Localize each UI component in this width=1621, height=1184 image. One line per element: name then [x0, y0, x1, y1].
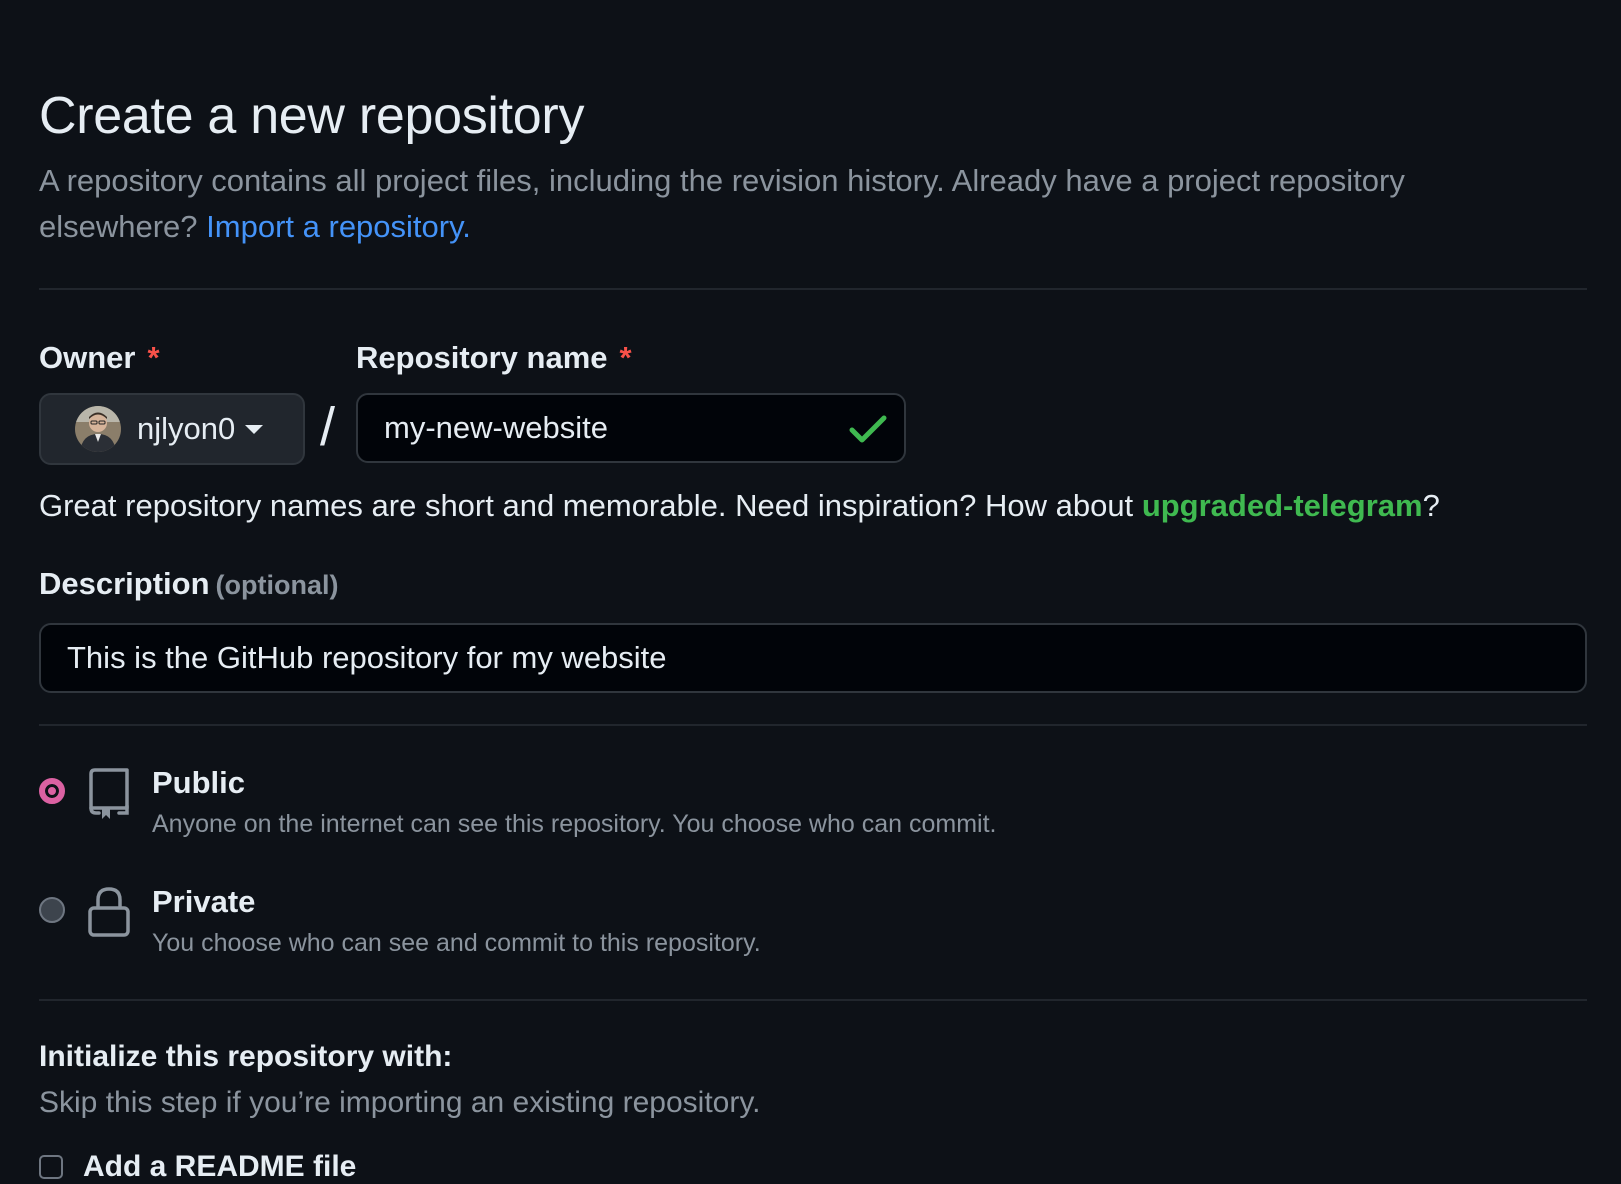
description-input[interactable] [39, 623, 1587, 693]
description-label-text: Description [39, 566, 210, 601]
page-title: Create a new repository [39, 87, 585, 145]
optional-tag: (optional) [215, 570, 339, 600]
lock-icon [88, 887, 130, 937]
public-radio[interactable] [39, 778, 65, 804]
public-title: Public [152, 765, 246, 800]
import-repository-link[interactable]: Import a repository. [206, 209, 471, 244]
initialize-title: Initialize this repository with: [39, 1040, 453, 1073]
private-title: Private [152, 884, 256, 919]
description-label: Description (optional) [39, 566, 339, 602]
required-mark: * [619, 340, 632, 375]
private-description: You choose who can see and commit to thi… [152, 929, 761, 957]
required-mark: * [147, 340, 160, 375]
repo-name-hint-suffix: ? [1422, 488, 1440, 523]
page-subtitle: A repository contains all project files,… [39, 158, 1559, 250]
check-icon [849, 415, 887, 443]
readme-option[interactable]: Add a README file [39, 1150, 356, 1184]
repo-name-input[interactable] [356, 393, 906, 463]
owner-label: Owner * [39, 340, 160, 376]
caret-down-icon [245, 424, 264, 434]
owner-repo-separator: / [320, 397, 336, 457]
repo-icon [89, 768, 129, 819]
repo-name-label: Repository name * [356, 340, 632, 376]
owner-label-text: Owner [39, 340, 136, 375]
owner-dropdown[interactable]: njlyon0 [39, 393, 305, 465]
name-suggestion[interactable]: upgraded-telegram [1142, 488, 1423, 523]
divider [39, 288, 1587, 290]
divider [39, 724, 1587, 726]
repo-name-hint: Great repository names are short and mem… [39, 488, 1440, 524]
private-radio[interactable] [39, 897, 65, 923]
owner-name: njlyon0 [137, 411, 236, 446]
avatar [75, 406, 121, 452]
readme-label: Add a README file [83, 1150, 357, 1183]
repo-name-label-text: Repository name [356, 340, 608, 375]
divider [39, 999, 1587, 1001]
public-description: Anyone on the internet can see this repo… [152, 810, 997, 838]
initialize-subtitle: Skip this step if you’re importing an ex… [39, 1086, 761, 1119]
repo-name-hint-text: Great repository names are short and mem… [39, 488, 1134, 523]
readme-checkbox[interactable] [39, 1155, 63, 1179]
